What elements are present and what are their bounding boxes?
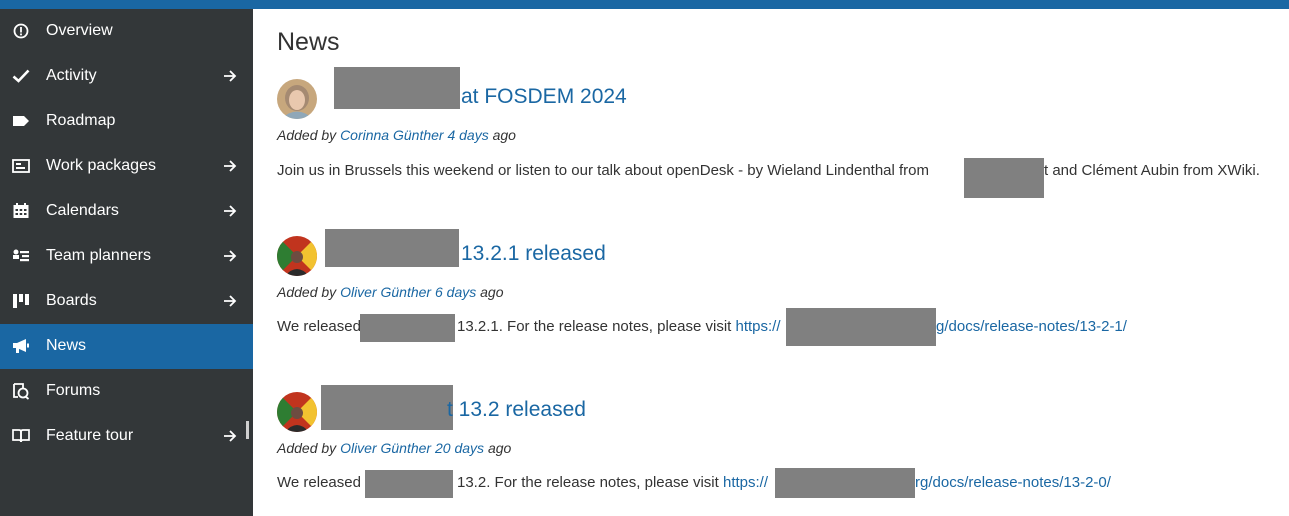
top-header-bar <box>0 0 1289 9</box>
project-sidebar: Overview Activity Roadmap Work packages … <box>0 9 253 516</box>
sidebar-item-label: Forums <box>46 382 101 399</box>
boards-icon <box>12 292 30 310</box>
news-description-tail: 13.2. For the release notes, please visi… <box>457 473 768 493</box>
release-notes-link[interactable]: rg/docs/release-notes/13-2-0/ <box>915 474 1111 491</box>
redacted-block <box>964 158 1044 198</box>
arrow-right-icon[interactable] <box>222 156 238 176</box>
calendar-icon <box>12 202 30 220</box>
sidebar-item-label: Feature tour <box>46 427 134 444</box>
sidebar-item-label: Work packages <box>46 157 156 174</box>
sidebar-item-news[interactable]: News <box>0 324 253 369</box>
sidebar-item-activity[interactable]: Activity <box>0 54 253 99</box>
news-item: 13.2.1 released Added by Oliver Günther … <box>277 229 1287 346</box>
description-text: We released <box>277 474 361 491</box>
author-link[interactable]: Oliver Günther <box>340 440 431 456</box>
arrow-right-icon[interactable] <box>222 291 238 311</box>
sidebar-item-overview[interactable]: Overview <box>0 9 253 54</box>
team-planner-icon <box>12 247 30 265</box>
arrow-right-icon[interactable] <box>222 66 238 86</box>
redacted-block <box>360 314 455 342</box>
time-suffix: ago <box>480 284 504 300</box>
sidebar-resize-handle[interactable] <box>246 421 249 439</box>
time-suffix: ago <box>492 127 516 143</box>
work-packages-icon <box>12 157 30 175</box>
news-title-link[interactable]: t 13.2 released <box>447 397 586 423</box>
tag-icon <box>12 112 30 130</box>
time-link[interactable]: 20 days <box>435 440 484 456</box>
forums-icon <box>12 382 30 400</box>
sidebar-item-label: Team planners <box>46 247 151 264</box>
avatar[interactable] <box>277 79 317 119</box>
news-description-tail: t and Clément Aubin from XWiki. <box>1044 161 1260 181</box>
description-text: 13.2. For the release notes, please visi… <box>457 474 719 491</box>
release-notes-link[interactable]: https:// <box>736 318 781 335</box>
news-description: We released <box>277 317 361 337</box>
arrow-right-icon[interactable] <box>222 201 238 221</box>
news-description: Join us in Brussels this weekend or list… <box>277 161 929 181</box>
checkmark-icon <box>12 67 30 85</box>
time-link[interactable]: 6 days <box>435 284 476 300</box>
main-content: News at FOSDEM 2024 Added by Corinna Gün… <box>253 9 1289 516</box>
megaphone-icon <box>12 337 30 355</box>
release-notes-link[interactable]: g/docs/release-notes/13-2-1/ <box>936 318 1127 335</box>
added-by-label: Added by <box>277 127 337 143</box>
sidebar-item-label: Roadmap <box>46 112 116 129</box>
sidebar-item-calendars[interactable]: Calendars <box>0 189 253 234</box>
sidebar-item-label: Calendars <box>46 202 119 219</box>
news-description: We released <box>277 473 361 493</box>
arrow-right-icon[interactable] <box>222 426 238 446</box>
news-description-tail: 13.2.1. For the release notes, please vi… <box>457 317 781 337</box>
sidebar-item-feature-tour[interactable]: Feature tour <box>0 414 253 459</box>
sidebar-item-roadmap[interactable]: Roadmap <box>0 99 253 144</box>
release-notes-link-tail[interactable]: g/docs/release-notes/13-2-1/ <box>936 317 1127 337</box>
news-meta: Added by Corinna Günther 4 days ago <box>277 126 516 144</box>
sidebar-item-label: News <box>46 337 87 354</box>
description-text: t and Clément Aubin from XWiki. <box>1044 162 1260 179</box>
info-icon <box>12 22 30 40</box>
added-by-label: Added by <box>277 284 337 300</box>
sidebar-item-label: Boards <box>46 292 97 309</box>
redacted-block <box>334 67 460 109</box>
redacted-block <box>365 470 453 498</box>
redacted-block <box>325 229 459 267</box>
news-item: at FOSDEM 2024 Added by Corinna Günther … <box>277 67 1287 199</box>
release-notes-link-tail[interactable]: rg/docs/release-notes/13-2-0/ <box>915 473 1111 493</box>
news-item: t 13.2 released Added by Oliver Günther … <box>277 385 1287 501</box>
news-meta: Added by Oliver Günther 20 days ago <box>277 439 511 457</box>
author-link[interactable]: Corinna Günther <box>340 127 444 143</box>
news-meta: Added by Oliver Günther 6 days ago <box>277 283 504 301</box>
redacted-block <box>786 308 936 346</box>
sidebar-item-boards[interactable]: Boards <box>0 279 253 324</box>
book-icon <box>12 427 30 445</box>
sidebar-item-work-packages[interactable]: Work packages <box>0 144 253 189</box>
redacted-block <box>775 468 915 498</box>
avatar[interactable] <box>277 392 317 432</box>
sidebar-item-label: Activity <box>46 67 97 84</box>
release-notes-link[interactable]: https:// <box>723 474 768 491</box>
description-text: Join us in Brussels this weekend or list… <box>277 162 930 179</box>
time-suffix: ago <box>487 440 512 456</box>
arrow-right-icon[interactable] <box>222 246 238 266</box>
sidebar-item-team-planners[interactable]: Team planners <box>0 234 253 279</box>
avatar[interactable] <box>277 236 317 276</box>
news-title-link[interactable]: at FOSDEM 2024 <box>461 84 627 110</box>
added-by-label: Added by <box>277 440 337 456</box>
description-text: 13.2.1. For the release notes, please vi… <box>457 318 732 335</box>
time-link[interactable]: 4 days <box>447 127 488 143</box>
description-text: We released <box>277 318 361 335</box>
page-title: News <box>277 28 340 56</box>
sidebar-item-forums[interactable]: Forums <box>0 369 253 414</box>
redacted-block <box>321 385 453 430</box>
sidebar-item-label: Overview <box>46 22 113 39</box>
author-link[interactable]: Oliver Günther <box>340 284 431 300</box>
news-title-link[interactable]: 13.2.1 released <box>461 241 606 267</box>
